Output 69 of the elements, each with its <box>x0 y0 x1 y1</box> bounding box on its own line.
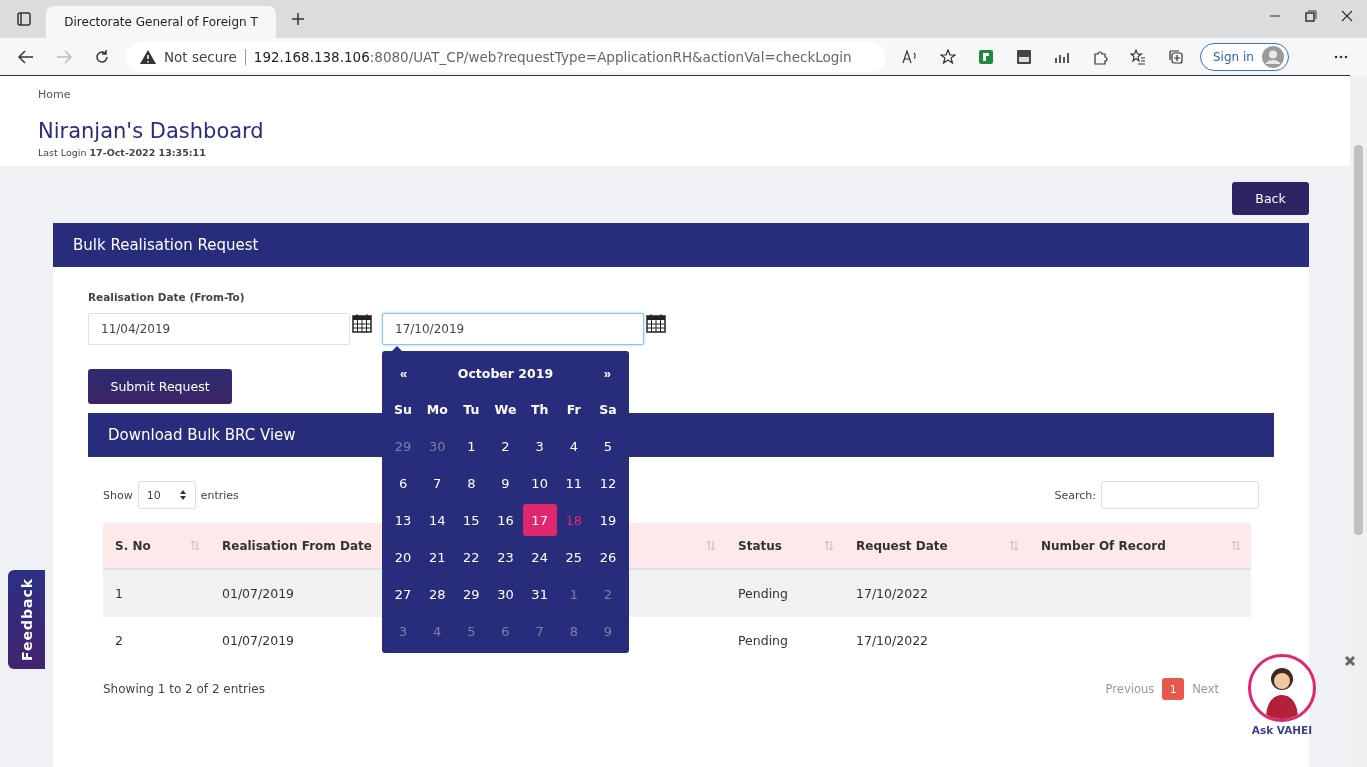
breadcrumb-link[interactable]: Home <box>38 88 1320 101</box>
avatar-icon <box>1261 45 1284 68</box>
calendar-day[interactable]: 16 <box>488 504 523 536</box>
calendar-day[interactable]: 11 <box>556 467 591 499</box>
calendar-day[interactable]: 14 <box>420 504 455 536</box>
calendar-day[interactable]: 27 <box>386 578 421 610</box>
column-header[interactable]: Number Of Record <box>1029 523 1251 570</box>
divider <box>244 48 246 65</box>
calendar-day[interactable]: 9 <box>488 467 523 499</box>
to-date-field[interactable]: 17/10/2019 <box>382 313 644 345</box>
show-label: Show <box>103 488 133 502</box>
security-label: Not secure <box>164 48 237 65</box>
column-header[interactable]: Request Date <box>844 523 1029 570</box>
calendar-day[interactable]: 29 <box>454 578 489 610</box>
calendar-day[interactable]: 22 <box>454 541 489 573</box>
feedback-tab[interactable]: Feedback <box>8 570 45 669</box>
calendar-day[interactable]: 25 <box>556 541 591 573</box>
browser-tab[interactable]: Directorate General of Foreign T <box>46 6 276 38</box>
from-date-field[interactable]: 11/04/2019 <box>88 313 350 345</box>
calendar-day[interactable]: 30 <box>488 578 523 610</box>
calendar-day[interactable]: 28 <box>420 578 455 610</box>
calendar-day[interactable]: 26 <box>590 541 625 573</box>
month-title[interactable]: October 2019 <box>457 365 554 381</box>
entries-label: entries <box>200 488 239 502</box>
table-cell: Pending <box>726 570 844 617</box>
calendar-day[interactable]: 12 <box>590 467 625 499</box>
submit-request-button[interactable]: Submit Request <box>88 369 232 404</box>
close-icon[interactable] <box>1341 10 1353 22</box>
calendar-icon[interactable] <box>352 313 372 333</box>
column-header[interactable]: Realisation From Date <box>210 523 380 570</box>
field-label: Realisation Date (From-To) <box>88 291 246 303</box>
calendar-day[interactable]: 15 <box>454 504 489 536</box>
calendar-day[interactable]: 31 <box>522 578 557 610</box>
entries-select[interactable]: 10 <box>137 481 196 509</box>
address-bar[interactable]: Not secure 192.168.138.106:8080/UAT_CP/web?requestType=ApplicationRH&actionVal=checkLogin <box>126 41 886 72</box>
calendar-day[interactable]: 10 <box>522 467 557 499</box>
table-cell: 1 <box>103 570 210 617</box>
calendar-day[interactable]: 20 <box>386 541 421 573</box>
calendar-day[interactable]: 8 <box>454 467 489 499</box>
table-cell: 01/07/2019 <box>210 570 380 617</box>
page-title: Niranjan's Dashboard <box>38 119 265 143</box>
calendar-day[interactable]: 24 <box>522 541 557 573</box>
restore-icon[interactable] <box>1305 10 1317 22</box>
card-header: Bulk Realisation Request <box>53 223 1309 267</box>
column-header[interactable]: S. No <box>103 523 210 570</box>
previous-month-button[interactable]: « <box>396 365 412 381</box>
back-button[interactable]: Back <box>1232 182 1309 215</box>
calendar-day[interactable]: 17 <box>522 504 557 536</box>
calendar-day[interactable]: 23 <box>488 541 523 573</box>
column-header[interactable]: Status <box>726 523 844 570</box>
next-month-button[interactable]: » <box>599 365 615 381</box>
calendar-day[interactable]: 21 <box>420 541 455 573</box>
tab-title: Directorate General of Foreign T <box>64 15 258 29</box>
calendar-icon[interactable] <box>646 313 666 333</box>
assistant-label[interactable]: Ask VAHEI <box>1251 724 1313 736</box>
calendar-day[interactable]: 13 <box>386 504 421 536</box>
calendar-day[interactable]: 6 <box>386 467 421 499</box>
search-label: Search: <box>1054 488 1096 502</box>
search-field[interactable] <box>1101 481 1259 509</box>
calendar-day[interactable]: 19 <box>590 504 625 536</box>
warning-icon <box>140 49 156 64</box>
table-cell: 17/10/2022 <box>844 570 1029 617</box>
table-info: Showing 1 to 2 of 2 entries <box>103 682 265 696</box>
sign-in-button[interactable]: Sign in <box>1200 42 1289 71</box>
last-login-text: Last Login 17-Oct-2022 13:35:11 <box>38 147 207 158</box>
url-text: 192.168.138.106:8080/UAT_CP/web?requestType=ApplicationRH&actionVal=checkLogin <box>253 48 852 65</box>
calendar-day[interactable]: 7 <box>420 467 455 499</box>
page-number-button[interactable]: 1 <box>1162 678 1185 700</box>
spinner-icon <box>178 489 187 501</box>
